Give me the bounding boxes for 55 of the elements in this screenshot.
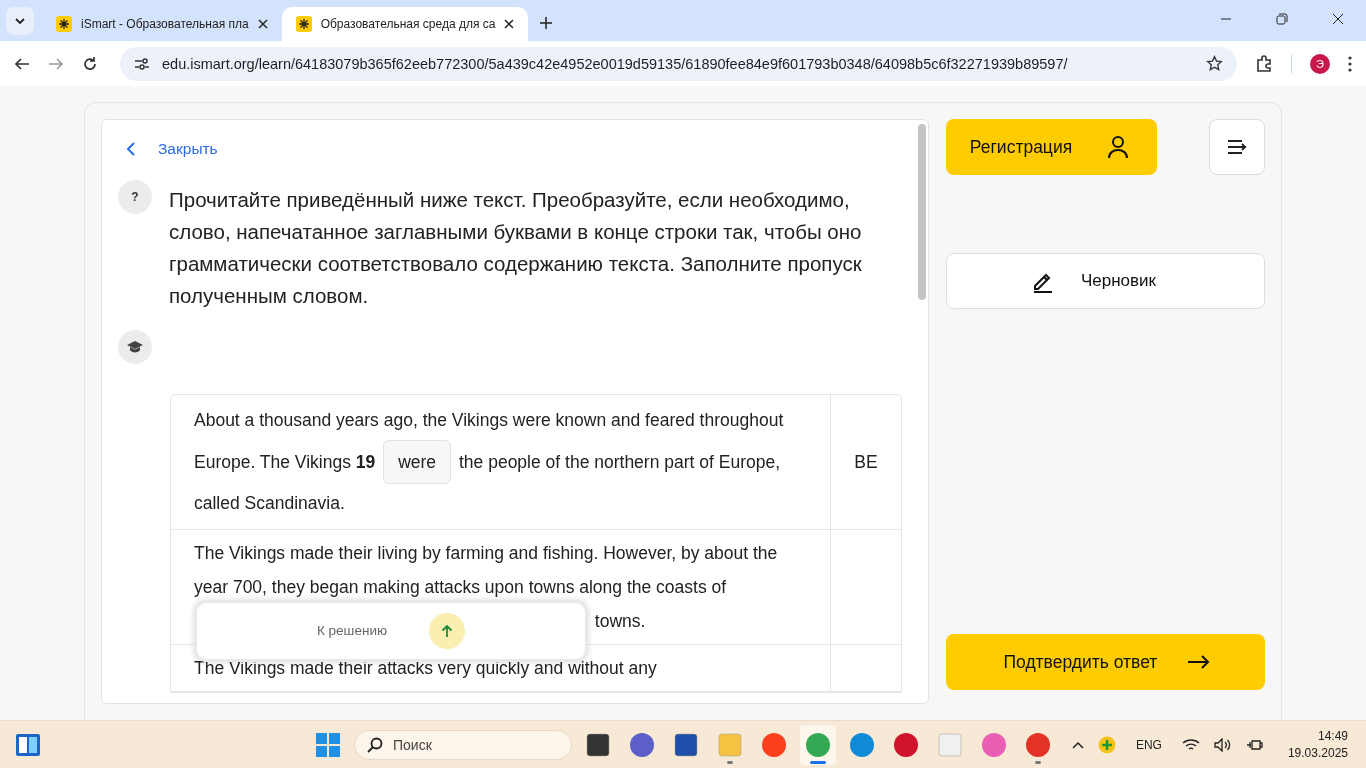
language-indicator[interactable]: ENG bbox=[1135, 737, 1162, 752]
help-badge[interactable]: ? bbox=[118, 180, 152, 214]
site-settings-icon[interactable] bbox=[134, 55, 150, 72]
reload-icon[interactable] bbox=[82, 55, 98, 72]
close-link[interactable]: Закрыть bbox=[118, 136, 218, 162]
person-icon bbox=[1106, 135, 1129, 159]
tab-search-button[interactable] bbox=[6, 7, 34, 35]
clock-date[interactable]: 19.03.2025 bbox=[1287, 744, 1348, 762]
url-text: edu.ismart.org/learn/64183079b365f62eeb772300/5a439c42e4952e0019d59135/61890fee84e9f601793b0348/64098b5c6f32271939b89597/ bbox=[162, 55, 1068, 72]
star-icon[interactable] bbox=[1206, 55, 1223, 72]
taskbar-search-field[interactable]: Поиск bbox=[354, 730, 572, 760]
instruction-text: Прочитайте приведённый ниже текст. Преобразуйте, если необходимо, слово, напечатанное заглавными буквами в конце строки так, чтобы оно грамматически соответствовало содержанию текста. Заполните пропуск полученным словом. bbox=[169, 187, 863, 309]
close-icon[interactable] bbox=[504, 19, 515, 29]
back-icon[interactable] bbox=[14, 55, 30, 72]
battery-plug-icon[interactable] bbox=[1245, 737, 1264, 752]
browser-tab[interactable]: Образовательная среда для са bbox=[281, 7, 529, 41]
table-cell: About a thousand years ago, the Vikings were known and feared throughout Europe. The Vikings 19 were the people of the northern part of Europe, called Scandinavia. bbox=[171, 395, 831, 529]
scroll-up-button[interactable] bbox=[429, 613, 466, 650]
wifi-icon[interactable] bbox=[1181, 737, 1200, 752]
answer-field[interactable]: were bbox=[383, 440, 452, 484]
clock-time[interactable]: 14:49 bbox=[1317, 727, 1348, 745]
widgets-icon[interactable] bbox=[16, 733, 40, 756]
restore-icon[interactable] bbox=[1276, 13, 1288, 25]
address-bar[interactable]: edu.ismart.org/learn/64183079b365f62eeb772300/5a439c42e4952e0019d59135/61890fee84e9f601793b0348/64098b5c6f32271939b89597/ bbox=[120, 46, 1237, 81]
scrollbar-thumb[interactable] bbox=[917, 124, 926, 300]
puzzle-icon[interactable] bbox=[1255, 54, 1273, 73]
more-icon[interactable] bbox=[1348, 55, 1352, 72]
keyword-cell-text: BE bbox=[853, 450, 879, 474]
speaker-icon[interactable] bbox=[1213, 737, 1232, 752]
chevron-down-icon bbox=[14, 15, 26, 27]
draft-button[interactable]: Черновик bbox=[945, 253, 1265, 309]
table-cell: The Vikings made their living by farming and fishing. However, by about the year 700, they began making attacks upon towns along the coasts of К решению towns. bbox=[171, 530, 831, 644]
arrow-right-icon bbox=[1187, 654, 1212, 670]
menu-icon bbox=[1227, 139, 1247, 155]
close-icon[interactable] bbox=[257, 19, 268, 29]
tab-title: iSmart - Образовательная пла bbox=[81, 17, 249, 31]
arrow-up-icon bbox=[441, 624, 454, 639]
logo-icon bbox=[295, 16, 312, 32]
logo-icon bbox=[56, 16, 72, 32]
browser-tab[interactable]: iSmart - Образовательная пла bbox=[42, 7, 282, 41]
close-icon[interactable] bbox=[1332, 13, 1344, 25]
plus-circle-icon[interactable] bbox=[1097, 735, 1116, 754]
chevron-up-icon[interactable] bbox=[1071, 740, 1084, 749]
register-button[interactable]: Регистрация bbox=[945, 119, 1157, 175]
search-icon bbox=[367, 737, 383, 753]
chevron-left-icon bbox=[126, 141, 136, 157]
start-icon[interactable] bbox=[316, 733, 340, 757]
new-tab-icon[interactable] bbox=[540, 17, 553, 29]
graduation-cap-icon[interactable] bbox=[118, 330, 152, 364]
menu-button[interactable] bbox=[1209, 119, 1265, 175]
forward-icon[interactable] bbox=[48, 55, 64, 72]
submit-button[interactable]: Подтвердить ответ bbox=[945, 634, 1265, 690]
to-solution-label: К решению bbox=[316, 622, 388, 641]
tab-title: Образовательная среда для са bbox=[320, 17, 496, 31]
profile-avatar[interactable]: Э bbox=[1310, 53, 1330, 74]
